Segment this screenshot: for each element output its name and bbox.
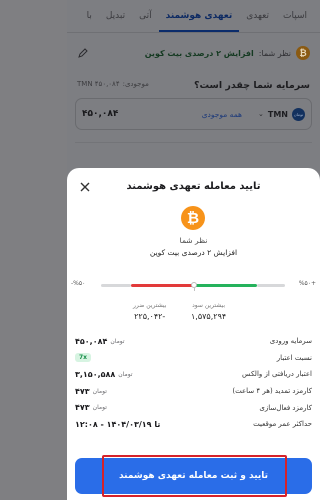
tab-convert[interactable]: تبدیل xyxy=(99,0,132,32)
detail-value: ۴۷۳ xyxy=(75,403,90,413)
opinion-summary: ₿ نظر شما: افزایش ۲ درصدی بیت کوین xyxy=(77,43,310,63)
loss-range-bar xyxy=(131,284,195,287)
detail-label: سرمایه ورودی xyxy=(269,337,312,346)
balance-label: موجودی: xyxy=(122,80,149,88)
balance: موجودی: ۴۵۰,۰۸۴ TMN xyxy=(77,80,149,88)
max-loss-value: ۲۲۵,۰۴۲- xyxy=(134,312,166,321)
trade-details: سرمایه ورودی تومان ۴۵۰,۰۸۴ نسبت اعتبار 7x… xyxy=(75,333,312,433)
tab-smart-margin[interactable]: تعهدی هوشمند xyxy=(158,0,240,32)
max-loss-label: بیشترین ضرر xyxy=(133,302,167,309)
tab-margin[interactable]: تعهدی xyxy=(239,0,276,32)
amount-value[interactable]: ۴۵۰,۰۸۴ xyxy=(82,109,118,119)
detail-row-renewal-fee: کارمزد تمدید (هر ۴ ساعت) تومان ۴۷۳ xyxy=(75,383,312,400)
edit-icon[interactable] xyxy=(77,47,89,59)
confirm-sheet: تایید معامله تعهدی هوشمند ₿ نظر شما افزا… xyxy=(67,168,320,500)
detail-value: ۳,۱۵۰,۵۸۸ xyxy=(75,369,116,379)
highlight-box xyxy=(102,455,287,497)
detail-label: نسبت اعتبار xyxy=(276,353,312,362)
max-profit-value: ۱,۵۷۵,۲۹۴ xyxy=(191,312,227,321)
bitcoin-icon: ₿ xyxy=(181,206,205,230)
detail-row-activation-fee: کارمزد فعال‌سازی تومان ۴۷۳ xyxy=(75,399,312,416)
tab-spot[interactable]: اسپات xyxy=(276,0,314,32)
toman-icon: تومان xyxy=(292,107,305,121)
opinion-title: نظر شما xyxy=(179,236,208,245)
balance-value: ۴۵۰,۰۸۴ TMN xyxy=(77,80,120,88)
currency-label: TMN xyxy=(267,109,288,119)
detail-unit: تومان xyxy=(92,387,107,395)
detail-row-leverage: نسبت اعتبار 7x xyxy=(75,350,312,367)
capital-question: سرمایه شما چقدر است؟ xyxy=(193,80,310,91)
tabs-divider xyxy=(67,32,320,33)
profit-loss-range xyxy=(75,278,312,292)
sheet-title: تایید معامله تعهدی هوشمند xyxy=(126,181,261,192)
chevron-down-icon[interactable]: ⌄ xyxy=(258,110,264,118)
detail-value: ۴۵۰,۰۸۴ xyxy=(75,336,108,346)
detail-label: اعتبار دریافتی از والکس xyxy=(242,370,312,379)
detail-unit: تومان xyxy=(110,337,125,345)
detail-value: تا ۱۴۰۴/۰۳/۱۹ - ۱۲:۰۸ xyxy=(75,419,161,429)
bitcoin-icon: ₿ xyxy=(296,46,310,60)
detail-row-credit: اعتبار دریافتی از والکس تومان ۳,۱۵۰,۵۸۸ xyxy=(75,366,312,383)
detail-label: کارمزد فعال‌سازی xyxy=(259,403,312,412)
detail-unit: تومان xyxy=(118,370,133,378)
opinion-value: افزایش ۲ درصدی بیت کوین xyxy=(149,248,238,257)
range-pointer xyxy=(194,287,195,291)
detail-unit: تومان xyxy=(92,404,107,412)
all-balance-button[interactable]: همه موجودی xyxy=(202,110,242,119)
amount-input[interactable]: تومان TMN ⌄ همه موجودی ۴۵۰,۰۸۴ xyxy=(75,98,312,130)
divider xyxy=(75,142,312,143)
leverage-badge: 7x xyxy=(75,353,92,363)
tab-more[interactable]: با xyxy=(80,0,99,32)
max-profit-label: بیشترین سود xyxy=(192,302,226,309)
range-track xyxy=(257,284,285,287)
max-loss: بیشترین ضرر ۲۲۵,۰۴۲- xyxy=(133,302,166,321)
range-track xyxy=(101,284,131,287)
opinion-label: نظر شما: xyxy=(258,48,291,58)
detail-label: حداکثر عمر موقعیت xyxy=(253,420,312,429)
detail-value: ۴۷۳ xyxy=(75,386,90,396)
profit-range-bar xyxy=(195,284,257,287)
max-profit: بیشترین سود ۱,۵۷۵,۲۹۴ xyxy=(191,302,226,321)
trade-tabs: اسپات تعهدی تعهدی هوشمند آتی تبدیل با xyxy=(67,0,320,32)
detail-row-capital: سرمایه ورودی تومان ۴۵۰,۰۸۴ xyxy=(75,333,312,350)
tab-futures[interactable]: آتی xyxy=(132,0,159,32)
detail-row-max-lifetime: حداکثر عمر موقعیت تا ۱۴۰۴/۰۳/۱۹ - ۱۲:۰۸ xyxy=(75,416,312,433)
detail-label: کارمزد تمدید (هر ۴ ساعت) xyxy=(232,387,312,396)
opinion-value: افزایش ۲ درصدی بیت کوین xyxy=(144,48,254,58)
